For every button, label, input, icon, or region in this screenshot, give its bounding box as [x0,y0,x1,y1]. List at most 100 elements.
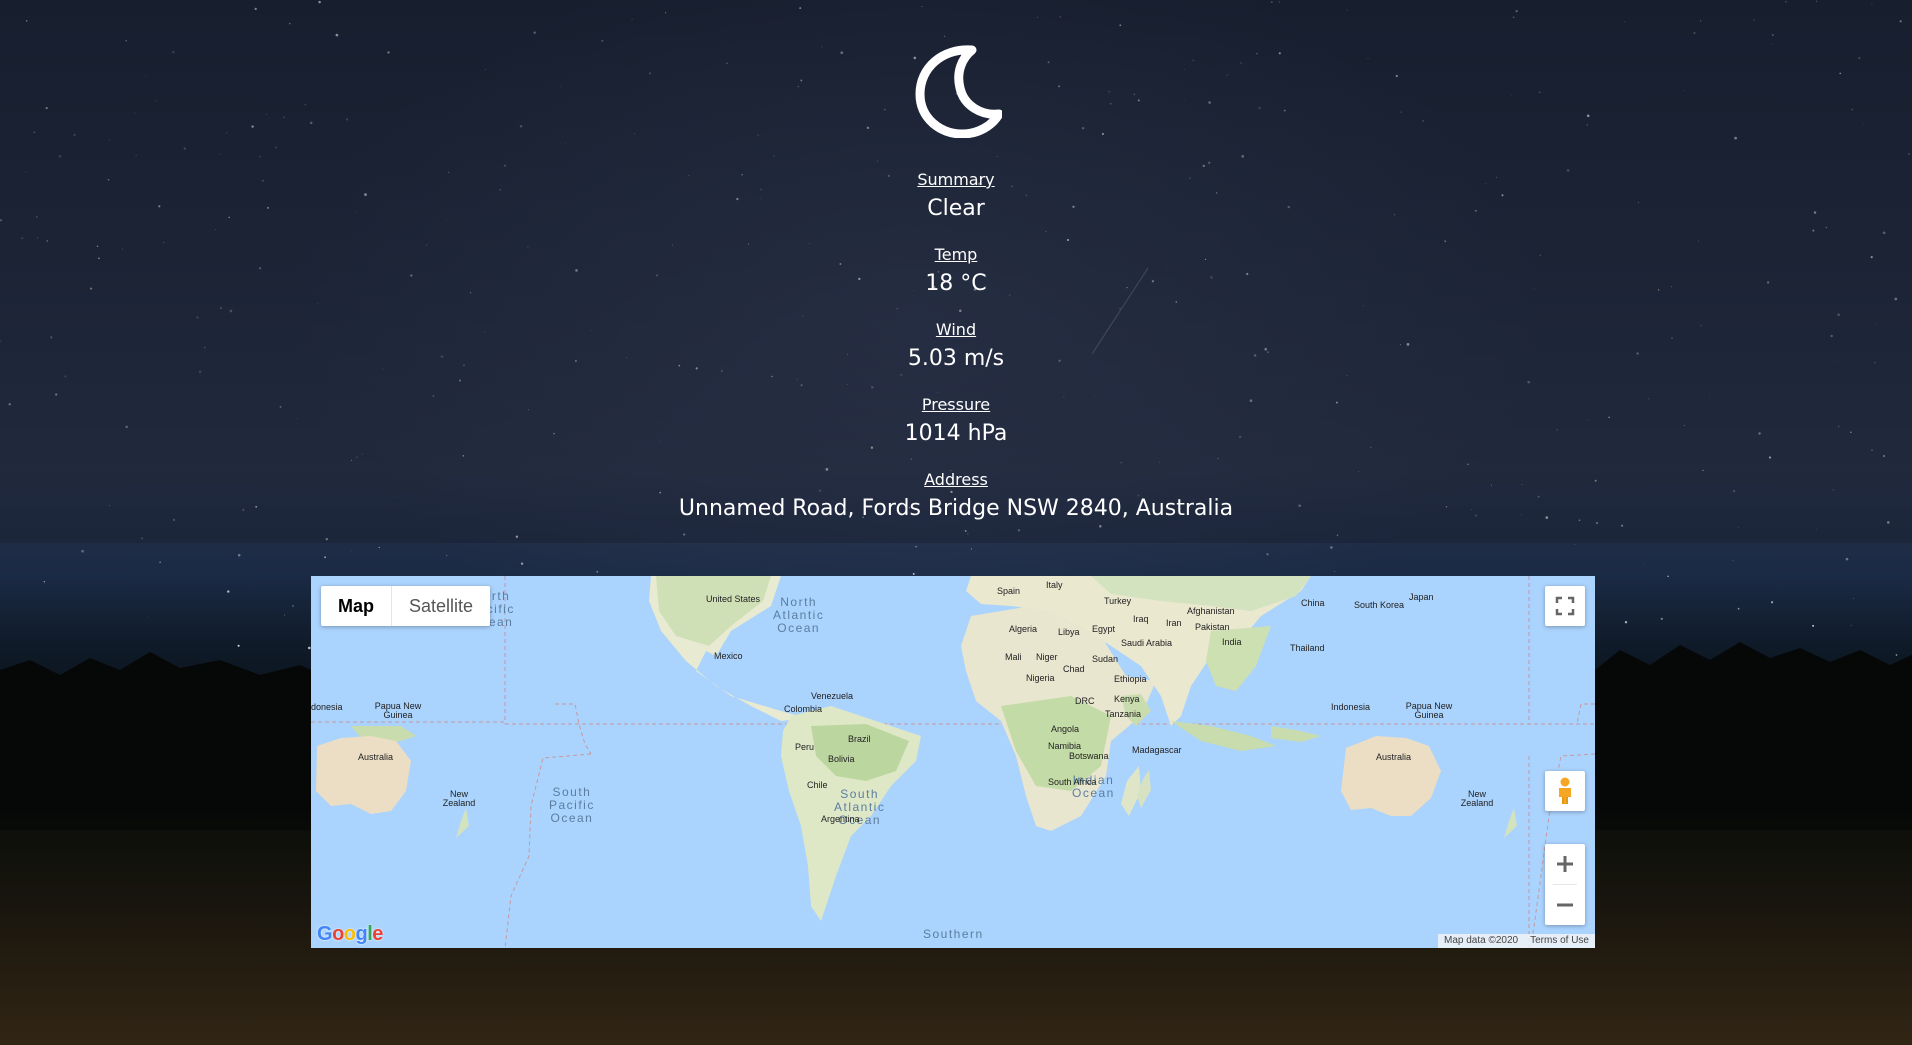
country-label: Namibia [1048,741,1082,751]
star [283,614,285,616]
pegman-icon [1559,777,1571,804]
ocean-label: South Pacific Ocean [549,785,595,825]
star [1845,557,1849,561]
country-label: Libya [1058,627,1080,637]
map-attribution: Map data ©2020 Terms of Use [1438,934,1595,948]
star [1624,621,1628,624]
summary-value: Clear [927,196,985,221]
country-label: Botswana [1069,751,1109,761]
country-label: Papua New Guinea [374,701,422,720]
country-label: Bolivia [828,754,855,764]
country-label: Turkey [1104,596,1132,606]
google-logo[interactable]: Google [317,923,383,946]
country-label: Chad [1063,664,1085,674]
country-label: DRC [1075,696,1095,706]
star [1867,688,1869,690]
star [1737,607,1740,610]
country-label: Indonesia [1331,702,1371,712]
star [237,644,240,647]
country-label: Thailand [1290,643,1325,653]
star [915,546,917,548]
star [378,546,380,548]
star [1694,662,1697,665]
star [596,570,599,573]
zoom-control [1545,844,1585,925]
country-label: Italy [1046,580,1063,590]
country-label: Brazil [848,734,871,744]
country-label: Nigeria [1026,673,1055,683]
address-value: Unnamed Road, Fords Bridge NSW 2840, Aus… [678,496,1234,521]
country-label: Niger [1036,652,1058,662]
country-label: Pakistan [1195,622,1230,632]
star [1333,571,1335,573]
star [181,672,185,675]
star [1643,564,1645,566]
star [6,683,9,686]
minus-icon [1557,903,1573,907]
zoom-out-button[interactable] [1545,885,1585,925]
star [1330,546,1333,549]
country-label: Saudi Arabia [1121,638,1173,648]
map-data-credit: Map data ©2020 [1438,934,1525,948]
country-label: Algeria [1009,624,1038,634]
country-label: Australia [1376,752,1412,762]
country-label: Colombia [784,704,823,714]
country-label: India [1222,637,1242,647]
zoom-in-button[interactable] [1545,844,1585,884]
wind-label: Wind [935,320,977,339]
country-label: Mali [1005,652,1022,662]
country-label: Peru [795,742,815,752]
star [159,561,161,563]
star [1605,666,1608,669]
country-label: China [1301,598,1325,608]
star [1853,597,1854,599]
country-label: Venezuela [811,691,854,701]
country-label: Angola [1051,724,1080,734]
wind-value: 5.03 m/s [907,346,1005,371]
star [1660,617,1663,620]
map-type-map-button[interactable]: Map [321,586,392,626]
country-label: Australia [358,752,394,762]
star [227,590,230,593]
country-label: Japan [1409,592,1434,602]
country-label: South Korea [1354,600,1405,610]
country-label: Sudan [1092,654,1119,664]
country-label: Spain [997,586,1021,596]
temp-label: Temp [934,245,978,264]
country-label: Iraq [1133,614,1149,624]
star [324,556,327,559]
star [912,572,915,575]
terms-of-use-link[interactable]: Terms of Use [1524,934,1595,948]
ocean-label: Southern [923,927,984,941]
star [1266,553,1269,556]
address-label: Address [924,470,988,489]
pressure-label: Pressure [921,395,991,414]
star [1770,601,1774,604]
address-field: Address Unnamed Road, Fords Bridge NSW 2… [0,470,1912,521]
star [237,553,241,557]
star [350,550,352,552]
country-label: New Zealand [442,789,476,808]
street-view-pegman-button[interactable] [1545,771,1585,811]
country-label: Kenya [1114,694,1140,704]
google-map[interactable]: North Pacific Ocean North Atlantic Ocean… [311,576,1595,948]
country-label: Argentina [821,814,860,824]
pressure-field: Pressure 1014 hPa [0,395,1912,446]
temp-field: Temp 18 °C [0,245,1912,296]
star [1667,575,1669,578]
star [971,548,973,550]
summary-field: Summary Clear [0,170,1912,221]
country-label: Ethiopia [1114,674,1147,684]
fullscreen-button[interactable] [1545,586,1585,626]
map-type-satellite-button[interactable]: Satellite [392,586,490,626]
country-label: New Zealand [1460,789,1494,808]
star [1850,624,1852,626]
plus-icon [1557,856,1573,872]
country-label: Iran [1166,618,1182,628]
star [1574,544,1576,545]
weather-panel: Summary Clear Temp 18 °C Wind 5.03 m/s P… [0,0,1912,543]
fullscreen-icon [1555,596,1575,616]
country-label: Mexico [714,651,743,661]
star [81,549,84,553]
star [1812,624,1815,627]
